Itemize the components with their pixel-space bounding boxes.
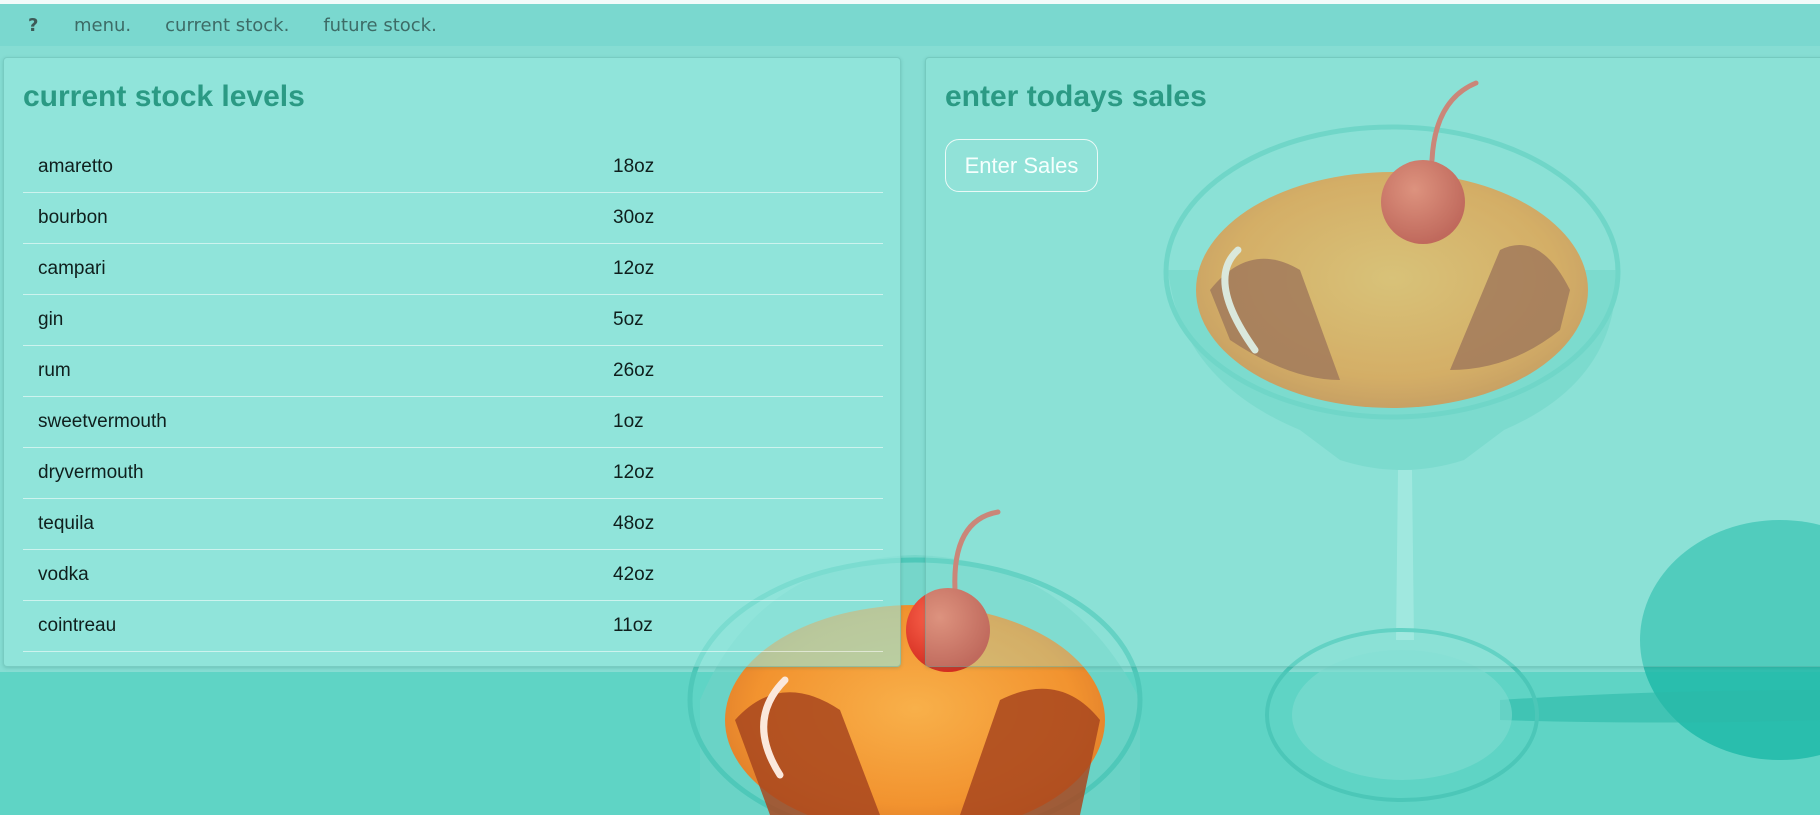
stock-item-name: bourbon [23, 192, 613, 244]
navigation-bar: ? menu. current stock. future stock. [0, 4, 1820, 46]
table-row: bourbon 30oz [23, 192, 883, 244]
stock-item-name: dryvermouth [23, 447, 613, 499]
stock-item-amount: 26oz [613, 345, 883, 397]
table-row: dryvermouth 12oz [23, 447, 883, 499]
stock-item-name: tequila [23, 498, 613, 550]
sales-title: enter todays sales [945, 80, 1207, 113]
stock-item-name: cointreau [23, 600, 613, 652]
stock-item-amount: 5oz [613, 294, 883, 346]
sales-panel: enter todays sales Enter Sales [925, 57, 1820, 667]
stock-item-amount: 30oz [613, 192, 883, 244]
nav-brand-link[interactable]: ? [28, 15, 48, 36]
nav-link-future-stock[interactable]: future stock. [323, 15, 437, 36]
nav-link-menu[interactable]: menu. [74, 15, 131, 36]
stock-table: amaretto 18oz bourbon 30oz campari 12oz gin… [23, 142, 883, 652]
stock-item-amount: 18oz [613, 142, 883, 193]
table-row: tequila 48oz [23, 498, 883, 550]
table-row: cointreau 11oz [23, 600, 883, 652]
stock-item-amount: 12oz [613, 447, 883, 499]
stock-item-name: vodka [23, 549, 613, 601]
stock-item-amount: 1oz [613, 396, 883, 448]
stock-item-name: gin [23, 294, 613, 346]
current-stock-title: current stock levels [23, 80, 305, 113]
stock-item-amount: 11oz [613, 600, 883, 652]
stock-item-name: sweetvermouth [23, 396, 613, 448]
table-row: sweetvermouth 1oz [23, 396, 883, 448]
stock-item-amount: 42oz [613, 549, 883, 601]
nav-link-current-stock[interactable]: current stock. [165, 15, 289, 36]
table-row: vodka 42oz [23, 549, 883, 601]
table-row: campari 12oz [23, 243, 883, 295]
stock-item-name: amaretto [23, 142, 613, 193]
current-stock-panel: current stock levels amaretto 18oz bourbo… [3, 57, 901, 667]
stock-item-name: campari [23, 243, 613, 295]
table-row: rum 26oz [23, 345, 883, 397]
stock-item-amount: 12oz [613, 243, 883, 295]
table-row: amaretto 18oz [23, 142, 883, 193]
table-row: gin 5oz [23, 294, 883, 346]
stock-item-name: rum [23, 345, 613, 397]
stock-item-amount: 48oz [613, 498, 883, 550]
enter-sales-button[interactable]: Enter Sales [945, 139, 1098, 192]
